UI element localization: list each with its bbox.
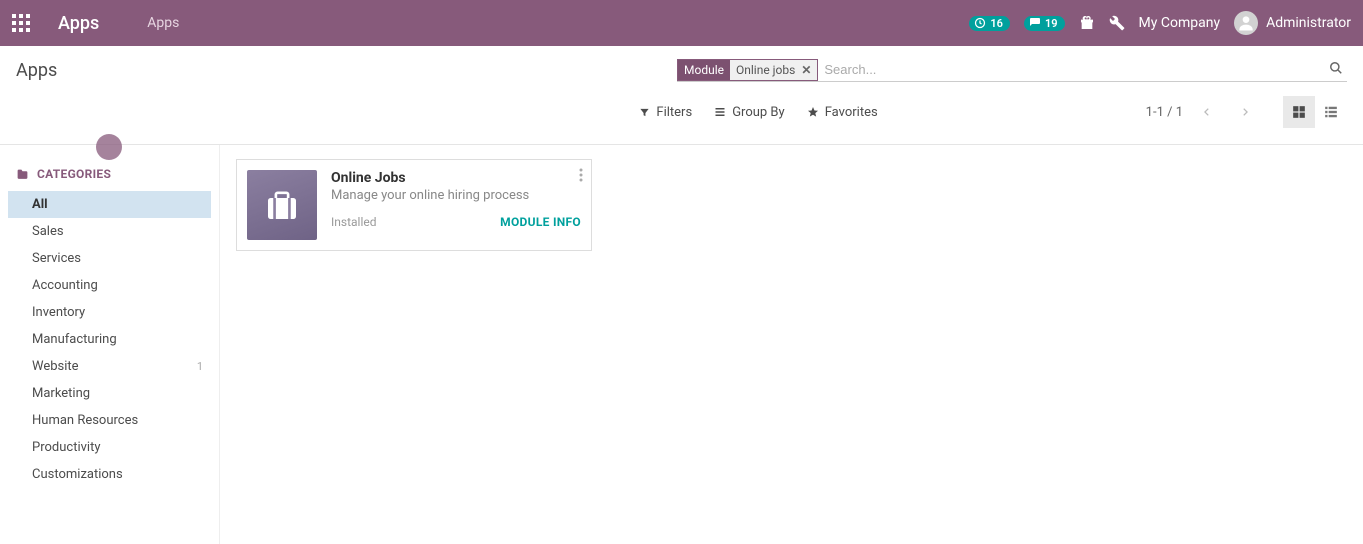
filter-group: Filters Group By Favorites (639, 105, 877, 120)
card-title: Online Jobs (331, 170, 581, 186)
nav-link-apps[interactable]: Apps (147, 15, 179, 31)
category-count: 1 (197, 360, 203, 373)
favorites-button[interactable]: Favorites (807, 105, 878, 120)
pager-prev-icon[interactable] (1193, 98, 1221, 126)
facet-value: Online jobs ✕ (730, 60, 817, 80)
favorites-label: Favorites (825, 105, 878, 120)
card-status: Installed (331, 215, 377, 229)
group-by-label: Group By (732, 105, 785, 120)
category-item[interactable]: Manufacturing (0, 326, 219, 353)
category-item[interactable]: Sales (0, 218, 219, 245)
category-label: Accounting (32, 278, 98, 293)
group-by-button[interactable]: Group By (714, 105, 785, 120)
facet-label: Module (678, 60, 730, 80)
category-label: Sales (32, 224, 64, 239)
breadcrumb: Apps (16, 60, 57, 81)
decorative-bubble (96, 134, 122, 160)
filters-button[interactable]: Filters (639, 105, 692, 120)
card-footer: Installed MODULE INFO (331, 215, 581, 229)
toolbar-right: Filters Group By Favorites 1-1 / 1 (639, 96, 1347, 128)
messages-count: 19 (1045, 17, 1058, 30)
category-item[interactable]: Customizations (0, 461, 219, 488)
search-bar: Module Online jobs ✕ (677, 58, 1347, 82)
facet-remove-icon[interactable]: ✕ (801, 63, 811, 77)
sidebar-header-text: CATEGORIES (37, 167, 111, 181)
user-name: Administrator (1266, 15, 1351, 31)
control-bar: Apps Module Online jobs ✕ (0, 46, 1363, 86)
facet-value-text: Online jobs (736, 63, 795, 77)
company-name[interactable]: My Company (1139, 15, 1221, 31)
pager: 1-1 / 1 (1146, 98, 1259, 126)
category-label: Inventory (32, 305, 85, 320)
filters-label: Filters (656, 105, 692, 120)
category-label: Productivity (32, 440, 100, 455)
category-item[interactable]: Inventory (0, 299, 219, 326)
messages-pill[interactable]: 19 (1024, 16, 1065, 31)
category-item[interactable]: Website 1 (0, 353, 219, 380)
avatar-icon (1234, 11, 1258, 35)
content: CATEGORIES All Sales Services Accounting Inv… (0, 144, 1363, 544)
main-area: Online Jobs Manage your online hiring pr… (220, 145, 1363, 544)
category-item[interactable]: Human Resources (0, 407, 219, 434)
toolbar: Filters Group By Favorites 1-1 / 1 (0, 86, 1363, 144)
user-menu[interactable]: Administrator (1234, 11, 1351, 35)
app-title: Apps (58, 13, 99, 34)
navbar: Apps Apps 16 19 My Company Administrator (0, 0, 1363, 46)
pager-text: 1-1 / 1 (1146, 105, 1183, 120)
category-label: Website (32, 359, 79, 374)
search-facet: Module Online jobs ✕ (677, 59, 818, 81)
apps-menu-icon[interactable] (12, 14, 30, 32)
pager-next-icon[interactable] (1231, 98, 1259, 126)
folder-icon (16, 168, 29, 181)
sidebar-header: CATEGORIES (0, 161, 219, 191)
module-info-link[interactable]: MODULE INFO (500, 215, 581, 229)
search-icon[interactable] (1325, 61, 1347, 79)
category-label: Customizations (32, 467, 123, 482)
activities-count: 16 (990, 17, 1003, 30)
activities-pill[interactable]: 16 (969, 16, 1010, 31)
gift-icon[interactable] (1079, 15, 1095, 31)
category-label: Marketing (32, 386, 90, 401)
category-item[interactable]: All (8, 191, 211, 218)
category-item[interactable]: Services (0, 245, 219, 272)
category-item[interactable]: Accounting (0, 272, 219, 299)
wrench-icon[interactable] (1109, 15, 1125, 31)
category-item[interactable]: Productivity (0, 434, 219, 461)
kanban-view-button[interactable] (1283, 96, 1315, 128)
card-body: Online Jobs Manage your online hiring pr… (331, 170, 581, 240)
nav-right: 16 19 My Company Administrator (969, 11, 1351, 35)
list-view-button[interactable] (1315, 96, 1347, 128)
card-menu-icon[interactable] (579, 168, 583, 186)
sidebar: CATEGORIES All Sales Services Accounting Inv… (0, 145, 220, 544)
category-item[interactable]: Marketing (0, 380, 219, 407)
category-label: Human Resources (32, 413, 138, 428)
app-card[interactable]: Online Jobs Manage your online hiring pr… (236, 159, 592, 251)
category-label: All (32, 197, 48, 212)
suitcase-icon (247, 170, 317, 240)
category-label: Manufacturing (32, 332, 117, 347)
card-description: Manage your online hiring process (331, 188, 581, 203)
view-switcher (1283, 96, 1347, 128)
nav-left: Apps Apps (12, 13, 179, 34)
category-label: Services (32, 251, 81, 266)
search-input[interactable] (822, 58, 1325, 81)
